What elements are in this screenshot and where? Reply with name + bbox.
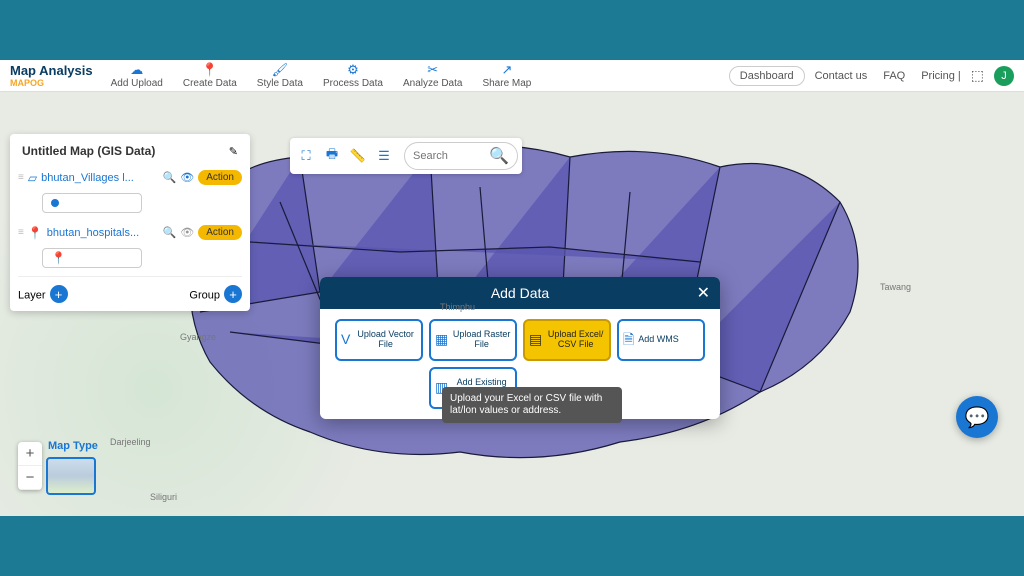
pin-icon: 📍 <box>202 62 218 78</box>
nav-create-data[interactable]: 📍Create Data <box>175 62 245 89</box>
brand: Map Analysis MAPOG <box>10 63 99 88</box>
place-label: Tawang <box>880 282 911 292</box>
brand-title: Map Analysis <box>10 63 93 78</box>
map-type-selector[interactable] <box>46 457 96 495</box>
map-type-label: Map Type <box>48 440 98 452</box>
drag-handle-icon[interactable]: ≡ <box>18 227 24 238</box>
layer-action-button[interactable]: Action <box>198 170 242 185</box>
zoom-control: + − <box>18 442 42 490</box>
spreadsheet-icon: ▤ <box>529 332 542 347</box>
nav-process-data[interactable]: ⚙Process Data <box>315 62 391 89</box>
measure-icon[interactable]: 📏 <box>346 144 370 168</box>
map-title: Untitled Map (GIS Data) <box>22 144 155 158</box>
brush-icon: 🖌 <box>272 62 289 78</box>
wms-icon: 🗎 <box>623 332 634 347</box>
fullscreen-icon[interactable]: ⛶ <box>294 144 318 168</box>
nav-add-upload[interactable]: ☁Add Upload <box>103 62 171 89</box>
polygon-icon: ▱ <box>28 171 37 185</box>
place-label: Siliguri <box>150 492 177 502</box>
upload-raster-option[interactable]: ▦Upload Raster File <box>429 319 517 361</box>
zoom-in-button[interactable]: + <box>18 442 42 466</box>
upload-vector-option[interactable]: VUpload Vector File <box>335 319 423 361</box>
nav-style-data[interactable]: 🖌Style Data <box>249 62 311 89</box>
gear-icon: ⚙ <box>347 62 359 78</box>
search-input[interactable] <box>413 150 483 162</box>
chat-fab[interactable]: 💬 <box>956 396 998 438</box>
vector-icon: V <box>341 332 350 347</box>
visibility-icon[interactable]: 👁 <box>180 171 194 184</box>
plus-icon: + <box>224 285 242 303</box>
search-icon[interactable]: 🔍 <box>489 146 509 166</box>
edit-icon[interactable]: ✎ <box>229 145 238 158</box>
zoom-to-icon[interactable]: 🔍 <box>163 226 177 239</box>
nav-share-map[interactable]: ↗Share Map <box>474 62 539 89</box>
avatar[interactable]: J <box>994 66 1014 86</box>
share-icon: ↗ <box>501 62 512 78</box>
pin-symbol-icon: 📍 <box>51 251 66 265</box>
pricing-link[interactable]: Pricing | <box>921 70 961 82</box>
dot-symbol-icon <box>51 199 59 207</box>
contact-link[interactable]: Contact us <box>815 70 868 82</box>
zoom-to-icon[interactable]: 🔍 <box>163 171 177 184</box>
place-label: Darjeeling <box>110 437 151 447</box>
plus-icon: + <box>50 285 68 303</box>
drag-handle-icon[interactable]: ≡ <box>18 172 24 183</box>
layer-panel: Untitled Map (GIS Data) ✎ ≡ ▱ bhutan_Vil… <box>10 134 250 311</box>
layer-row-hospitals[interactable]: ≡ 📍 bhutan_hospitals... 🔍 👁 Action <box>18 221 242 244</box>
dialog-header: Add Data ✕ <box>320 277 720 309</box>
nav-analyze-data[interactable]: ✂Analyze Data <box>395 62 470 89</box>
zoom-out-button[interactable]: − <box>18 466 42 490</box>
cube-icon[interactable]: ⬚ <box>971 67 984 84</box>
layer-symbol[interactable]: 📍 <box>42 248 142 268</box>
chat-icon: 💬 <box>965 405 990 430</box>
add-wms-option[interactable]: 🗎Add WMS <box>617 319 705 361</box>
add-layer[interactable]: Layer+ <box>18 285 68 303</box>
brand-sub: MAPOG <box>10 78 99 88</box>
layer-action-button[interactable]: Action <box>198 225 242 240</box>
top-navbar: Map Analysis MAPOG ☁Add Upload 📍Create D… <box>0 60 1024 92</box>
dashboard-button[interactable]: Dashboard <box>729 66 805 86</box>
map-canvas[interactable]: Untitled Map (GIS Data) ✎ ≡ ▱ bhutan_Vil… <box>0 92 1024 516</box>
search-box[interactable]: 🔍 <box>404 142 518 170</box>
layer-row-villages[interactable]: ≡ ▱ bhutan_Villages l... 🔍 👁 Action <box>18 166 242 189</box>
layer-symbol[interactable] <box>42 193 142 213</box>
marker-icon: 📍 <box>28 226 43 240</box>
faq-link[interactable]: FAQ <box>883 70 905 82</box>
add-group[interactable]: Group+ <box>189 285 242 303</box>
place-label: Gyangze <box>180 332 216 342</box>
upload-tooltip: Upload your Excel or CSV file with lat/l… <box>442 387 622 423</box>
dialog-title: Add Data <box>491 285 549 301</box>
close-icon[interactable]: ✕ <box>697 283 710 303</box>
upload-excel-csv-option[interactable]: ▤Upload Excel/ CSV File <box>523 319 611 361</box>
layer-name[interactable]: bhutan_Villages l... <box>41 172 158 184</box>
list-icon[interactable]: ☰ <box>372 144 396 168</box>
place-label: Thimphu <box>440 302 475 312</box>
raster-icon: ▦ <box>435 332 448 347</box>
visibility-icon[interactable]: 👁 <box>180 226 194 239</box>
print-icon[interactable]: 🖶 <box>320 144 344 168</box>
scissors-icon: ✂ <box>427 62 438 78</box>
map-toolbar: ⛶ 🖶 📏 ☰ 🔍 <box>290 138 522 174</box>
cloud-upload-icon: ☁ <box>130 62 143 78</box>
layer-name[interactable]: bhutan_hospitals... <box>47 227 159 239</box>
